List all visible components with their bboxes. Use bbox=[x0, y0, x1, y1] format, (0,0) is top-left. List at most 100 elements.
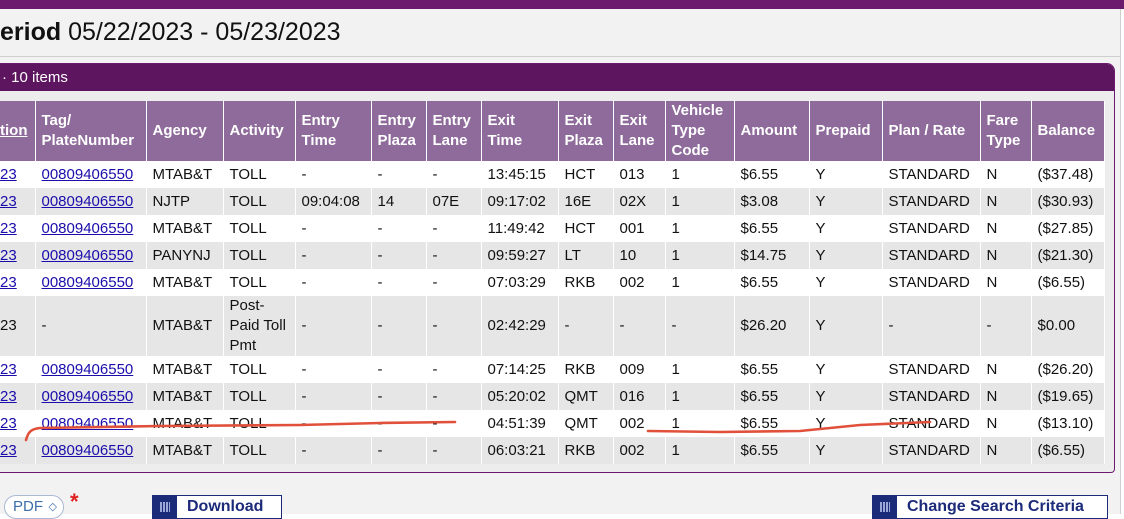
table-cell: 07:03:29 bbox=[481, 269, 559, 296]
table-cell: 09:04:08 bbox=[295, 188, 372, 215]
table-cell: $14.75 bbox=[734, 242, 810, 269]
transaction-date-link[interactable]: 23 bbox=[0, 220, 17, 237]
table-cell: STANDARD bbox=[882, 242, 981, 269]
cell-value: ($6.55) bbox=[1037, 273, 1086, 291]
cell-value: 002 bbox=[619, 273, 645, 291]
cell-value: ($13.10) bbox=[1037, 414, 1094, 432]
cell-value: - bbox=[564, 317, 570, 334]
cell-value: - bbox=[888, 317, 894, 334]
table-cell: $0.00 bbox=[1031, 296, 1105, 356]
transaction-date-link[interactable]: 23 bbox=[0, 274, 17, 291]
required-marker: * bbox=[70, 489, 79, 514]
table-cell: 1 bbox=[665, 215, 735, 242]
table-cell: 1 bbox=[665, 242, 735, 269]
transaction-date-link[interactable]: 23 bbox=[0, 166, 17, 183]
footer-bar: PDF ◇ * Download Change Search Criteria bbox=[0, 489, 1124, 519]
table-cell: ($6.55) bbox=[1031, 437, 1105, 464]
transaction-date-link[interactable]: 23 bbox=[0, 415, 17, 432]
table-cell: 09:59:27 bbox=[481, 242, 559, 269]
tag-number-link[interactable]: 00809406550 bbox=[42, 166, 134, 183]
cell-value: - bbox=[619, 317, 625, 334]
cell-value: 02X bbox=[619, 192, 647, 210]
table-cell: $6.55 bbox=[734, 410, 810, 437]
table-cell: RKB bbox=[558, 356, 614, 383]
cell-value: $6.55 bbox=[740, 360, 779, 378]
cell-value: TOLL bbox=[229, 360, 267, 378]
table-cell: - bbox=[613, 296, 666, 356]
table-cell: - bbox=[295, 215, 372, 242]
column-header: Exit Time bbox=[481, 101, 559, 161]
table-cell: MTAB&T bbox=[146, 437, 224, 464]
cell-value: HCT bbox=[564, 165, 596, 183]
cell-value: 07E bbox=[432, 192, 460, 210]
column-header: Tag/ PlateNumber bbox=[35, 101, 147, 161]
cell-value: 23 bbox=[0, 317, 17, 334]
cell-value: - bbox=[41, 317, 47, 334]
table-cell: - bbox=[426, 410, 482, 437]
cell-value: $0.00 bbox=[1037, 317, 1076, 334]
table-row: 23- MTAB&T Post- Paid Toll Pmt - - -02:42:29-… bbox=[0, 296, 1105, 356]
tag-number-link[interactable]: 00809406550 bbox=[42, 361, 134, 378]
table-cell: 23 bbox=[0, 296, 36, 356]
cell-value: RKB bbox=[564, 360, 596, 378]
tag-number-link[interactable]: 00809406550 bbox=[42, 193, 134, 210]
cell-value: - bbox=[301, 441, 307, 459]
table-cell: ($26.20) bbox=[1031, 356, 1105, 383]
cell-value: - bbox=[377, 246, 383, 264]
cell-value: $6.55 bbox=[740, 414, 779, 432]
change-search-criteria-button[interactable]: Change Search Criteria bbox=[872, 495, 1108, 519]
table-cell: 00809406550 bbox=[35, 356, 147, 383]
grid-icon bbox=[153, 496, 177, 518]
table-cell: $26.20 bbox=[734, 296, 810, 356]
cell-value: Post- Paid Toll Pmt bbox=[229, 297, 286, 354]
tag-number-link[interactable]: 00809406550 bbox=[42, 388, 134, 405]
transaction-date-link[interactable]: 23 bbox=[0, 442, 17, 459]
tag-number-link[interactable]: 00809406550 bbox=[42, 247, 134, 264]
transaction-date-link[interactable]: 23 bbox=[0, 193, 17, 210]
cell-value: TOLL bbox=[229, 219, 267, 237]
column-header: Agency bbox=[146, 101, 224, 161]
transaction-date-link[interactable]: 23 bbox=[0, 247, 17, 264]
table-row: 23 00809406550 MTAB&T TOLL - - - 04:51:39 QMT 002… bbox=[0, 410, 1105, 437]
cell-value: MTAB&T bbox=[152, 273, 213, 291]
cell-value: RKB bbox=[564, 273, 596, 291]
transaction-date-link[interactable]: 23 bbox=[0, 388, 17, 405]
table-cell: - bbox=[426, 269, 482, 296]
table-cell: HCT bbox=[558, 215, 614, 242]
tag-number-link[interactable]: 00809406550 bbox=[42, 220, 134, 237]
table-cell: STANDARD bbox=[882, 269, 981, 296]
table-row: 23 00809406550 MTAB&T TOLL - - - 05:20:02 QMT 016… bbox=[0, 383, 1105, 410]
table-cell: - bbox=[426, 356, 482, 383]
tag-number-link[interactable]: 00809406550 bbox=[42, 415, 134, 432]
cell-value: 16E bbox=[564, 192, 592, 210]
table-cell: Y bbox=[809, 296, 883, 356]
table-cell: $6.55 bbox=[734, 437, 810, 464]
cell-value: - bbox=[377, 360, 383, 378]
cell-value: NJTP bbox=[152, 192, 191, 210]
cell-value: $6.55 bbox=[740, 219, 779, 237]
table-cell: Y bbox=[809, 437, 883, 464]
tag-number-link[interactable]: 00809406550 bbox=[42, 442, 134, 459]
transaction-date-link[interactable]: 23 bbox=[0, 361, 17, 378]
table-cell: STANDARD bbox=[882, 161, 981, 188]
table-cell: - bbox=[426, 383, 482, 410]
cell-value: - bbox=[377, 441, 383, 459]
cell-value: N bbox=[986, 360, 998, 378]
tag-number-link[interactable]: 00809406550 bbox=[42, 274, 134, 291]
cell-value: 1 bbox=[671, 414, 680, 432]
table-cell: 00809406550 bbox=[35, 215, 147, 242]
download-button[interactable]: Download bbox=[152, 495, 282, 519]
table-cell: 23 bbox=[0, 215, 36, 242]
table-cell: MTAB&T bbox=[146, 410, 224, 437]
cell-value: TOLL bbox=[229, 192, 267, 210]
table-cell: N bbox=[980, 383, 1032, 410]
column-header: Balance bbox=[1031, 101, 1105, 161]
table-cell: MTAB&T bbox=[146, 269, 224, 296]
table-cell: - bbox=[371, 242, 427, 269]
table-cell: - bbox=[371, 410, 427, 437]
table-cell: 00809406550 bbox=[35, 242, 147, 269]
format-select[interactable]: PDF ◇ bbox=[4, 495, 64, 519]
table-cell: STANDARD bbox=[882, 410, 981, 437]
table-cell: - bbox=[426, 215, 482, 242]
cell-value: - bbox=[432, 387, 438, 405]
